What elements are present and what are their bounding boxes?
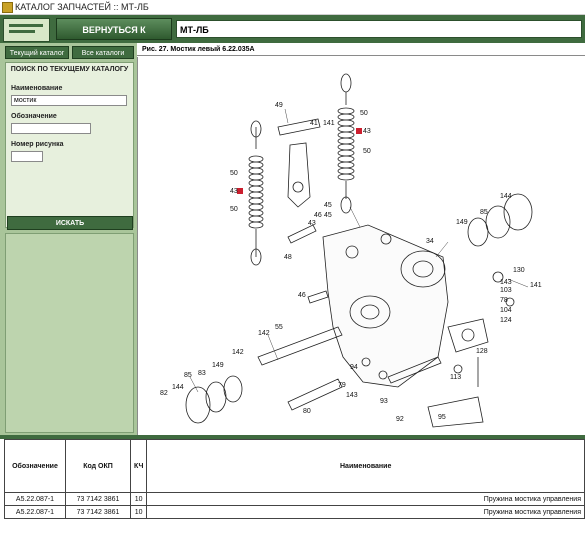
cell-designation: А5.22.087-1 (4, 505, 66, 519)
callout-label[interactable]: 43 (230, 188, 238, 195)
callout-label[interactable]: 142 (232, 349, 244, 356)
callout-label[interactable]: 113 (450, 374, 461, 381)
cell-name: Пружина мостика управления (146, 492, 585, 506)
parts-diagram[interactable]: 49 41 141 50 43 50 50 43 50 45 46 43 45 … (137, 57, 585, 435)
table-row[interactable]: А5.22.087-1 73 7142 3861 10 Пружина мост… (4, 492, 585, 506)
column-header-name[interactable]: Наименование (146, 439, 585, 493)
window-titlebar: КАТАЛОГ ЗАПЧАСТЕЙ :: МТ-ЛБ (0, 0, 585, 15)
tab-current-catalog[interactable]: Текущий каталог (5, 46, 69, 59)
sidebar-results-area (5, 233, 134, 433)
tab-all-catalogs[interactable]: Все каталоги (72, 46, 134, 59)
table-row[interactable]: А5.22.087-1 73 7142 3861 10 Пружина мост… (4, 505, 585, 519)
designation-input[interactable] (11, 123, 91, 134)
callout-label[interactable]: 83 (198, 370, 206, 377)
cell-okp-code: 73 7142 3861 (65, 505, 131, 519)
callout-label[interactable]: 49 (275, 102, 283, 109)
window-title: КАТАЛОГ ЗАПЧАСТЕЙ :: МТ-ЛБ (15, 2, 149, 12)
parts-table: Обозначение Код ОКП КЧ Наименование А5.2… (4, 439, 585, 519)
cell-quantity: 10 (129, 505, 148, 519)
parts-table-container: Обозначение Код ОКП КЧ Наименование А5.2… (4, 439, 585, 540)
callout-label[interactable]: 130 (513, 267, 525, 274)
callout-label[interactable]: 95 (438, 414, 446, 421)
callout-label[interactable]: 124 (500, 317, 512, 324)
highlight-marker-left[interactable] (237, 188, 243, 194)
callout-label[interactable]: 78 (500, 297, 508, 304)
search-button[interactable]: ИСКАТЬ (7, 216, 133, 230)
figure-number-input[interactable] (11, 151, 43, 162)
back-to-sections-button[interactable]: ВЕРНУТЬСЯ К РАЗДЕЛАМ (56, 18, 172, 57)
callout-label[interactable]: 80 (303, 408, 311, 415)
callout-label[interactable]: 143 (346, 392, 358, 399)
callout-label[interactable]: 43 (363, 128, 371, 135)
top-toolbar: ВЕРНУТЬСЯ К РАЗДЕЛАМ МТ-ЛБ (0, 15, 585, 57)
callout-label[interactable]: 50 (363, 148, 371, 155)
cell-designation: А5.22.087-1 (4, 492, 66, 506)
callout-label[interactable]: 45 (324, 212, 332, 219)
callout-label[interactable]: 79 (338, 382, 346, 389)
callout-label[interactable]: 92 (396, 416, 404, 423)
cell-quantity: 10 (129, 492, 148, 506)
callout-label[interactable]: 141 (530, 282, 542, 289)
callout-label[interactable]: 149 (456, 219, 468, 226)
callout-label[interactable]: 50 (360, 110, 368, 117)
parts-diagram-drawing: 49 41 141 50 43 50 50 43 50 45 46 43 45 … (160, 73, 542, 428)
column-header-okp-code[interactable]: Код ОКП (65, 439, 131, 493)
callout-label[interactable]: 144 (172, 384, 184, 391)
search-panel-title: ПОИСК ПО ТЕКУЩЕМУ КАТАЛОГУ (10, 66, 129, 73)
callout-label[interactable]: 103 (500, 287, 512, 294)
callout-label[interactable]: 149 (212, 362, 224, 369)
cell-okp-code: 73 7142 3861 (65, 492, 131, 506)
callout-label[interactable]: 46 (314, 212, 322, 219)
figure-caption: Рис. 27. Мостик левый 6.22.035А (137, 43, 585, 56)
callout-label[interactable]: 46 (298, 292, 306, 299)
cell-name: Пружина мостика управления (146, 505, 585, 519)
callout-label[interactable]: 43 (308, 220, 316, 227)
callout-label[interactable]: 141 (323, 120, 335, 127)
name-input[interactable]: мостик (11, 95, 127, 106)
column-header-quantity[interactable]: КЧ (129, 439, 148, 493)
callout-label[interactable]: 50 (230, 206, 238, 213)
callout-label[interactable]: 144 (500, 193, 512, 200)
name-label: Наименование (11, 85, 63, 92)
callout-label[interactable]: 94 (350, 364, 358, 371)
callout-label[interactable]: 143 (500, 279, 512, 286)
callout-label[interactable]: 45 (324, 202, 332, 209)
search-panel: ПОИСК ПО ТЕКУЩЕМУ КАТАЛОГУ Наименование … (5, 62, 134, 228)
callout-label[interactable]: 55 (275, 324, 283, 331)
designation-label: Обозначение (11, 113, 57, 120)
model-field: МТ-ЛБ (176, 20, 582, 38)
callout-label[interactable]: 142 (258, 330, 270, 337)
figure-number-label: Номер рисунка (11, 141, 64, 148)
column-header-designation[interactable]: Обозначение (4, 439, 66, 493)
callout-label[interactable]: 34 (426, 238, 434, 245)
callout-label[interactable]: 104 (500, 307, 512, 314)
callout-label[interactable]: 85 (184, 372, 192, 379)
callout-label[interactable]: 93 (380, 398, 388, 405)
app-icon (2, 2, 13, 13)
callout-label[interactable]: 41 (310, 120, 318, 127)
sidebar: Текущий каталог Все каталоги ПОИСК ПО ТЕ… (0, 43, 137, 435)
callout-label[interactable]: 128 (476, 348, 488, 355)
callout-label[interactable]: 82 (160, 390, 168, 397)
callout-label[interactable]: 85 (480, 209, 488, 216)
callout-label[interactable]: 50 (230, 170, 238, 177)
callout-label[interactable]: 48 (284, 254, 292, 261)
logo-icon (3, 18, 50, 42)
highlight-marker-right[interactable] (356, 128, 362, 134)
